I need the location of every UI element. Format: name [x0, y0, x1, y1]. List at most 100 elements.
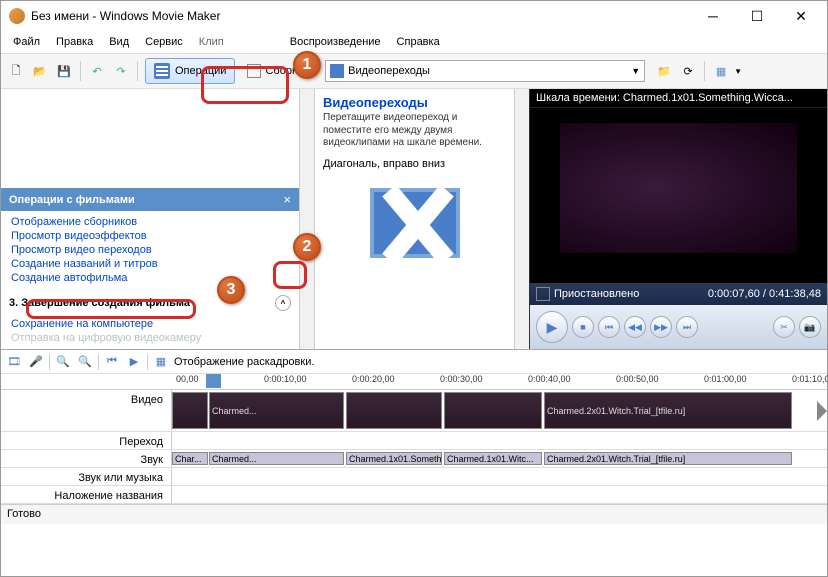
transition-name: Диагональ, вправо вниз	[323, 158, 506, 170]
menu-file[interactable]: Файл	[5, 33, 48, 51]
track-transition: Переход	[1, 432, 827, 450]
timeline-mode[interactable]: Отображение раскадровки.	[174, 356, 314, 368]
forward-button[interactable]: ▶▶	[650, 316, 672, 338]
window-title: Без имени - Windows Movie Maker	[31, 9, 695, 23]
tasks-header: Операции с фильмами ×	[1, 188, 299, 211]
save-icon[interactable]: 💾	[53, 60, 75, 82]
task-links: Отображение сборников Просмотр видеоэффе…	[1, 211, 299, 289]
video-clip[interactable]	[172, 392, 208, 429]
track-transition-label: Переход	[1, 432, 171, 449]
next-button[interactable]: ⏭	[676, 316, 698, 338]
chevron-down-icon: ▼	[631, 66, 640, 76]
preview-video[interactable]	[530, 108, 827, 283]
transitions-desc: Перетащите видеопереход и поместите его …	[323, 112, 506, 150]
menu-service[interactable]: Сервис	[137, 33, 191, 51]
operations-label: Операции	[175, 65, 226, 77]
ruler-tick: 0:00:50,00	[616, 374, 659, 384]
audio-clip[interactable]: Charmed.2x01.Witch.Trial_[tfile.ru]	[544, 452, 792, 465]
task-link-save-computer[interactable]: Сохранение на компьютере	[11, 317, 289, 331]
ruler-tick: 0:00:40,00	[528, 374, 571, 384]
zoom-out-icon[interactable]: 🔍	[76, 353, 94, 371]
minimize-button[interactable]: ─	[695, 5, 731, 27]
track-audio: Звук Char...Charmed...Charmed.1x01.Somet…	[1, 450, 827, 468]
task-link-titles[interactable]: Создание названий и титров	[11, 257, 289, 271]
preview-controls: ▶ ■ ⏮ ◀◀ ▶▶ ⏭ ✂ 📷	[530, 305, 827, 349]
timeline-ruler[interactable]: 00,000:00:10,000:00:20,000:00:30,000:00:…	[1, 374, 827, 390]
open-icon[interactable]: 📂	[29, 60, 51, 82]
split-button[interactable]: ✂	[773, 316, 795, 338]
scrollbar[interactable]	[299, 89, 314, 349]
section-finish: 3. Завершение создания фильма ^	[1, 289, 299, 313]
menu-clip[interactable]: Клип	[191, 33, 232, 51]
menu-view[interactable]: Вид	[101, 33, 137, 51]
play-icon[interactable]: ▶	[125, 353, 143, 371]
maximize-button[interactable]: ☐	[739, 5, 775, 27]
play-button[interactable]: ▶	[536, 311, 568, 343]
timeline-view-icon[interactable]: 🎞	[5, 353, 23, 371]
playhead[interactable]	[206, 374, 221, 388]
scroll-right-icon[interactable]	[817, 401, 827, 421]
redo-icon[interactable]: ↷	[110, 60, 132, 82]
close-button[interactable]: ✕	[783, 5, 819, 27]
nav-up-icon[interactable]: 📁	[653, 60, 675, 82]
scrollbar[interactable]	[514, 89, 529, 349]
film-icon	[330, 64, 344, 78]
music-track[interactable]	[171, 468, 827, 485]
statusbar: Готово	[1, 504, 827, 524]
audio-clip[interactable]: Char...	[172, 452, 208, 465]
menu-play[interactable]: Воспроизведение	[282, 33, 389, 51]
rewind-icon[interactable]: ⏮	[103, 353, 121, 371]
task-link-automovie[interactable]: Создание автофильма	[11, 271, 289, 285]
task-link-collections[interactable]: Отображение сборников	[11, 215, 289, 229]
transition-thumb[interactable]	[370, 188, 460, 258]
view-thumbs-icon[interactable]: ▦	[710, 60, 732, 82]
section-finish-label: 3. Завершение создания фильма	[9, 297, 190, 309]
refresh-icon[interactable]: ⟳	[677, 60, 699, 82]
rewind-button[interactable]: ◀◀	[624, 316, 646, 338]
task-link-transitions[interactable]: Просмотр видео переходов	[11, 243, 289, 257]
titlebar: Без имени - Windows Movie Maker ─ ☐ ✕	[1, 1, 827, 31]
ruler-tick: 0:00:20,00	[352, 374, 395, 384]
app-icon	[9, 8, 25, 24]
title-track[interactable]	[171, 486, 827, 503]
menu-help[interactable]: Справка	[389, 33, 448, 51]
video-clip[interactable]	[444, 392, 542, 429]
snapshot-button[interactable]: 📷	[799, 316, 821, 338]
stop-button[interactable]: ■	[572, 316, 594, 338]
menubar: Файл Правка Вид Сервис Клип Воспроизведе…	[1, 31, 827, 53]
audio-track[interactable]: Char...Charmed...Charmed.1x01.Someth...C…	[171, 450, 827, 467]
ruler-tick: 00,00	[176, 374, 199, 384]
timeline-tools: 🎞 🎤 🔍 🔍 ⏮ ▶ ▦ Отображение раскадровки.	[1, 350, 827, 374]
undo-icon[interactable]: ↶	[86, 60, 108, 82]
transitions-pane: Видеопереходы Перетащите видеопереход и …	[314, 89, 514, 349]
transition-track[interactable]	[171, 432, 827, 449]
video-track[interactable]: Charmed... Charmed.2x01.Witch.Trial_[tfil…	[171, 390, 827, 431]
audio-clip[interactable]: Charmed.1x01.Witc...	[444, 452, 542, 465]
audio-clip[interactable]: Charmed.1x01.Someth...	[346, 452, 442, 465]
track-audio-label: Звук	[1, 450, 171, 467]
video-clip[interactable]: Charmed.2x01.Witch.Trial_[tfile.ru]	[544, 392, 792, 429]
new-icon[interactable]: 🗋	[5, 60, 27, 82]
toolbar: 🗋 📂 💾 ↶ ↷ Операции Сборники Видеопереход…	[1, 53, 827, 89]
preview-status-bar: Приостановлено 0:00:07,60 / 0:41:38,48	[530, 283, 827, 305]
track-video-label: Видео	[1, 390, 171, 431]
operations-button[interactable]: Операции	[145, 58, 235, 84]
close-icon[interactable]: ×	[283, 192, 291, 207]
prev-button[interactable]: ⏮	[598, 316, 620, 338]
zoom-in-icon[interactable]: 🔍	[54, 353, 72, 371]
narrate-icon[interactable]: 🎤	[27, 353, 45, 371]
film-icon	[536, 287, 550, 301]
chevron-up-icon[interactable]: ^	[275, 295, 291, 311]
video-clip[interactable]: Charmed...	[209, 392, 344, 429]
storyboard-icon[interactable]: ▦	[152, 353, 170, 371]
video-clip[interactable]	[346, 392, 442, 429]
audio-clip[interactable]: Charmed...	[209, 452, 344, 465]
collection-combo[interactable]: Видеопереходы ▼	[325, 60, 645, 82]
list-icon	[154, 63, 170, 79]
task-link-effects[interactable]: Просмотр видеоэффектов	[11, 229, 289, 243]
menu-edit[interactable]: Правка	[48, 33, 101, 51]
ruler-tick: 0:00:30,00	[440, 374, 483, 384]
task-link-send-camera[interactable]: Отправка на цифровую видеокамеру	[11, 331, 289, 345]
track-title: Наложение названия	[1, 486, 827, 504]
preview-pane: Шкала времени: Charmed.1x01.Something.Wi…	[529, 89, 827, 349]
